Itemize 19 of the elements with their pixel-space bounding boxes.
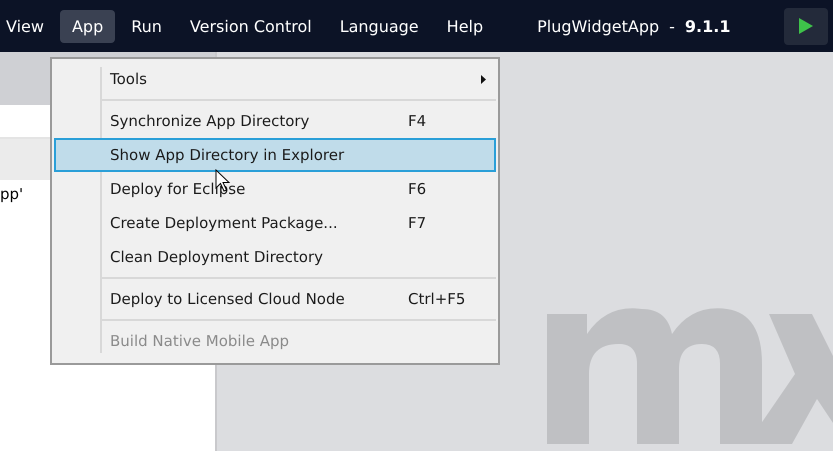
menu-item[interactable]: Show App Directory in Explorer bbox=[54, 138, 496, 172]
menu-bar-item[interactable]: View bbox=[0, 10, 56, 42]
menu-bar-item[interactable]: Language bbox=[328, 10, 431, 42]
project-name: PlugWidgetApp bbox=[537, 16, 660, 36]
menu-bar-item[interactable]: Help bbox=[434, 10, 496, 42]
menu-item[interactable]: Tools bbox=[54, 62, 496, 96]
menu-bar-item[interactable]: App bbox=[60, 10, 116, 42]
title-separator: - bbox=[669, 16, 675, 36]
play-icon bbox=[799, 18, 813, 34]
submenu-arrow-icon bbox=[481, 74, 486, 84]
menu-item[interactable]: Synchronize App Directory F4 bbox=[54, 104, 496, 138]
menu-bar-item[interactable]: Run bbox=[119, 10, 174, 42]
menu-bar-item[interactable]: Version Control bbox=[178, 10, 324, 42]
panel-text: pp' bbox=[0, 184, 24, 203]
menu-item[interactable]: Clean Deployment Directory bbox=[54, 240, 496, 274]
menu-item[interactable]: Create Deployment Package... F7 bbox=[54, 206, 496, 240]
run-button[interactable] bbox=[784, 8, 828, 44]
version-label: 9.1.1 bbox=[684, 16, 730, 36]
menu-item[interactable]: Deploy to Licensed Cloud Node Ctrl+F5 bbox=[54, 282, 496, 316]
